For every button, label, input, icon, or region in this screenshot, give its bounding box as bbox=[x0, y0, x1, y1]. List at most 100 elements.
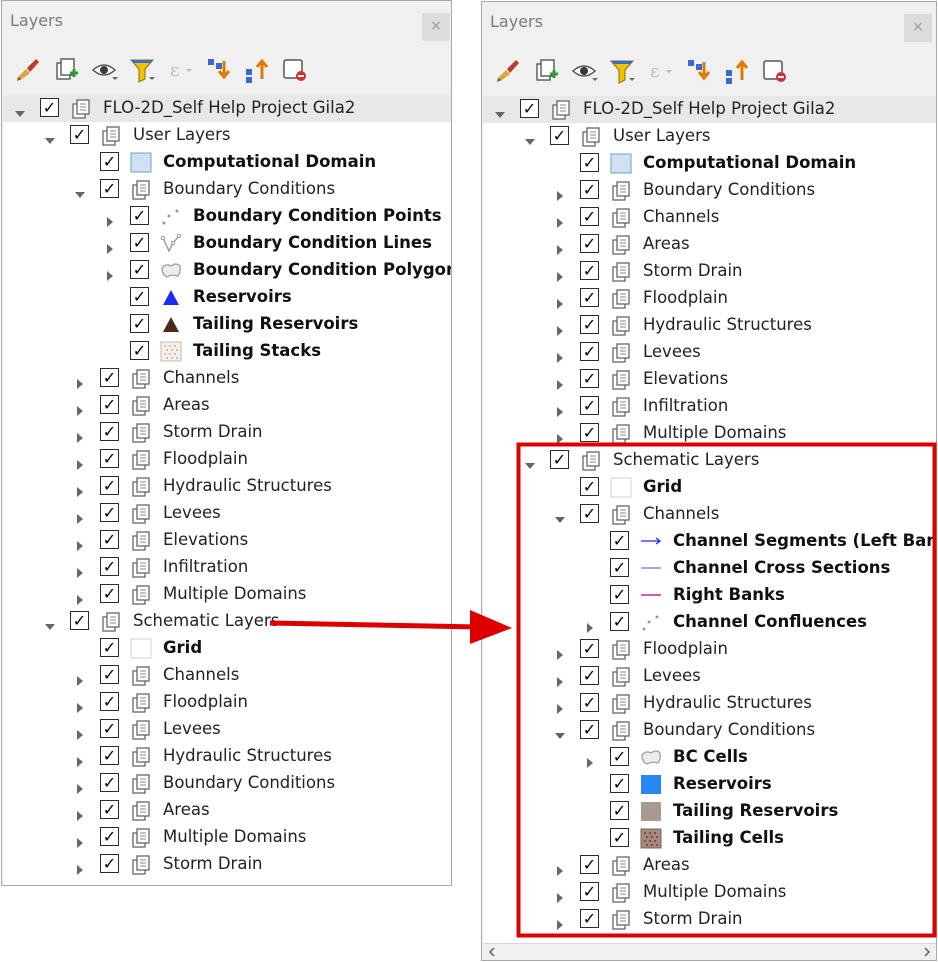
expanded-arrow-icon[interactable] bbox=[495, 105, 505, 118]
layer-row[interactable]: ✓ Floodplain bbox=[3, 689, 451, 716]
collapsed-arrow-icon[interactable] bbox=[555, 321, 565, 336]
collapse-all-icon[interactable] bbox=[722, 56, 750, 84]
collapsed-arrow-icon[interactable] bbox=[555, 402, 565, 417]
layer-row[interactable]: ✓ Schematic Layers bbox=[483, 447, 936, 474]
expanded-arrow-icon[interactable] bbox=[15, 104, 25, 117]
layer-tree[interactable]: ✓ FLO-2D_Self Help Project Gila2 ✓ User Lay… bbox=[483, 96, 936, 960]
visibility-checkbox[interactable]: ✓ bbox=[580, 639, 599, 658]
layer-row[interactable]: ✓ Grid bbox=[483, 474, 936, 501]
visibility-checkbox[interactable]: ✓ bbox=[580, 855, 599, 874]
collapse-all-icon[interactable] bbox=[242, 55, 270, 83]
add-group-icon[interactable] bbox=[52, 55, 80, 83]
collapsed-arrow-icon[interactable] bbox=[555, 699, 565, 714]
style-brush-icon[interactable] bbox=[494, 56, 522, 84]
layer-row[interactable]: ✓ Levees bbox=[483, 663, 936, 690]
layer-row[interactable]: ✓ Computational Domain bbox=[3, 149, 451, 176]
layer-row[interactable]: ✓ Hydraulic Structures bbox=[3, 473, 451, 500]
layer-row[interactable]: ✓ Multiple Domains bbox=[483, 420, 936, 447]
layer-row[interactable]: ✓ Hydraulic Structures bbox=[483, 312, 936, 339]
collapsed-arrow-icon[interactable] bbox=[75, 482, 85, 497]
visibility-checkbox[interactable]: ✓ bbox=[100, 530, 119, 549]
visibility-checkbox[interactable]: ✓ bbox=[100, 368, 119, 387]
filter-icon[interactable] bbox=[128, 55, 156, 83]
expanded-arrow-icon[interactable] bbox=[45, 617, 55, 630]
layer-tree[interactable]: ✓ FLO-2D_Self Help Project Gila2 ✓ User Lay… bbox=[3, 95, 451, 885]
collapsed-arrow-icon[interactable] bbox=[75, 833, 85, 848]
expand-all-icon[interactable] bbox=[204, 55, 232, 83]
collapsed-arrow-icon[interactable] bbox=[555, 294, 565, 309]
layer-row[interactable]: ✓ Areas bbox=[3, 392, 451, 419]
layer-row[interactable]: ✓ Areas bbox=[483, 852, 936, 879]
layer-row[interactable]: ✓ Levees bbox=[483, 339, 936, 366]
collapsed-arrow-icon[interactable] bbox=[555, 888, 565, 903]
collapsed-arrow-icon[interactable] bbox=[75, 806, 85, 821]
visibility-checkbox[interactable]: ✓ bbox=[610, 531, 629, 550]
collapsed-arrow-icon[interactable] bbox=[75, 428, 85, 443]
collapsed-arrow-icon[interactable] bbox=[75, 779, 85, 794]
visibility-checkbox[interactable]: ✓ bbox=[580, 423, 599, 442]
collapsed-arrow-icon[interactable] bbox=[75, 401, 85, 416]
layer-row[interactable]: ✓ Tailing Reservoirs bbox=[3, 311, 451, 338]
visibility-checkbox[interactable]: ✓ bbox=[100, 854, 119, 873]
expression-icon[interactable]: ε bbox=[646, 56, 674, 84]
layer-row[interactable]: ✓ FLO-2D_Self Help Project Gila2 bbox=[483, 96, 936, 123]
visibility-checkbox[interactable]: ✓ bbox=[100, 503, 119, 522]
layer-row[interactable]: ✓ Reservoirs bbox=[483, 771, 936, 798]
visibility-checkbox[interactable]: ✓ bbox=[580, 234, 599, 253]
visibility-checkbox[interactable]: ✓ bbox=[100, 800, 119, 819]
collapsed-arrow-icon[interactable] bbox=[75, 860, 85, 875]
collapsed-arrow-icon[interactable] bbox=[555, 645, 565, 660]
horizontal-scrollbar[interactable] bbox=[483, 943, 936, 960]
visibility-checkbox[interactable]: ✓ bbox=[580, 315, 599, 334]
expand-all-icon[interactable] bbox=[684, 56, 712, 84]
layer-row[interactable]: ✓ Computational Domain bbox=[483, 150, 936, 177]
expanded-arrow-icon[interactable] bbox=[75, 185, 85, 198]
collapsed-arrow-icon[interactable] bbox=[105, 266, 115, 281]
collapsed-arrow-icon[interactable] bbox=[75, 563, 85, 578]
collapsed-arrow-icon[interactable] bbox=[75, 509, 85, 524]
layer-row[interactable]: ✓ Boundary Condition Points bbox=[3, 203, 451, 230]
expanded-arrow-icon[interactable] bbox=[555, 510, 565, 523]
layer-row[interactable]: ✓ Right Banks bbox=[483, 582, 936, 609]
layer-row[interactable]: ✓ Tailing Cells bbox=[483, 825, 936, 852]
visibility-checkbox[interactable]: ✓ bbox=[610, 612, 629, 631]
layer-row[interactable]: ✓ Multiple Domains bbox=[3, 581, 451, 608]
visibility-checkbox[interactable]: ✓ bbox=[580, 882, 599, 901]
remove-layer-icon[interactable] bbox=[280, 55, 308, 83]
layer-row[interactable]: ✓ Storm Drain bbox=[483, 258, 936, 285]
collapsed-arrow-icon[interactable] bbox=[75, 536, 85, 551]
visibility-checkbox[interactable]: ✓ bbox=[130, 341, 149, 360]
collapsed-arrow-icon[interactable] bbox=[75, 698, 85, 713]
collapsed-arrow-icon[interactable] bbox=[555, 375, 565, 390]
visibility-checkbox[interactable]: ✓ bbox=[580, 693, 599, 712]
visibility-checkbox[interactable]: ✓ bbox=[580, 180, 599, 199]
close-button[interactable]: × bbox=[904, 14, 932, 42]
layer-row[interactable]: ✓ Levees bbox=[3, 716, 451, 743]
layer-row[interactable]: ✓ Channels bbox=[483, 501, 936, 528]
visibility-checkbox[interactable]: ✓ bbox=[70, 125, 89, 144]
visibility-checkbox[interactable]: ✓ bbox=[100, 827, 119, 846]
layer-row[interactable]: ✓ Boundary Conditions bbox=[3, 770, 451, 797]
visibility-checkbox[interactable]: ✓ bbox=[130, 314, 149, 333]
visibility-checkbox[interactable]: ✓ bbox=[130, 233, 149, 252]
layer-row[interactable]: ✓ Storm Drain bbox=[3, 851, 451, 878]
layer-row[interactable]: ✓ Multiple Domains bbox=[3, 824, 451, 851]
expanded-arrow-icon[interactable] bbox=[525, 456, 535, 469]
layer-row[interactable]: ✓ Floodplain bbox=[483, 285, 936, 312]
layer-row[interactable]: ✓ Channels bbox=[3, 662, 451, 689]
visibility-checkbox[interactable]: ✓ bbox=[100, 692, 119, 711]
layer-row[interactable]: ✓ Storm Drain bbox=[3, 419, 451, 446]
visibility-checkbox[interactable]: ✓ bbox=[100, 773, 119, 792]
layer-row[interactable]: ✓ Grid bbox=[3, 635, 451, 662]
collapsed-arrow-icon[interactable] bbox=[75, 374, 85, 389]
layer-row[interactable]: ✓ Tailing Reservoirs bbox=[483, 798, 936, 825]
layer-row[interactable]: ✓ Channel Cross Sections bbox=[483, 555, 936, 582]
collapsed-arrow-icon[interactable] bbox=[555, 672, 565, 687]
layer-row[interactable]: ✓ Areas bbox=[3, 797, 451, 824]
visibility-checkbox[interactable]: ✓ bbox=[130, 206, 149, 225]
visibility-checkbox[interactable]: ✓ bbox=[100, 665, 119, 684]
visibility-checkbox[interactable]: ✓ bbox=[580, 504, 599, 523]
visibility-checkbox[interactable]: ✓ bbox=[100, 584, 119, 603]
collapsed-arrow-icon[interactable] bbox=[75, 725, 85, 740]
visibility-checkbox[interactable]: ✓ bbox=[580, 261, 599, 280]
